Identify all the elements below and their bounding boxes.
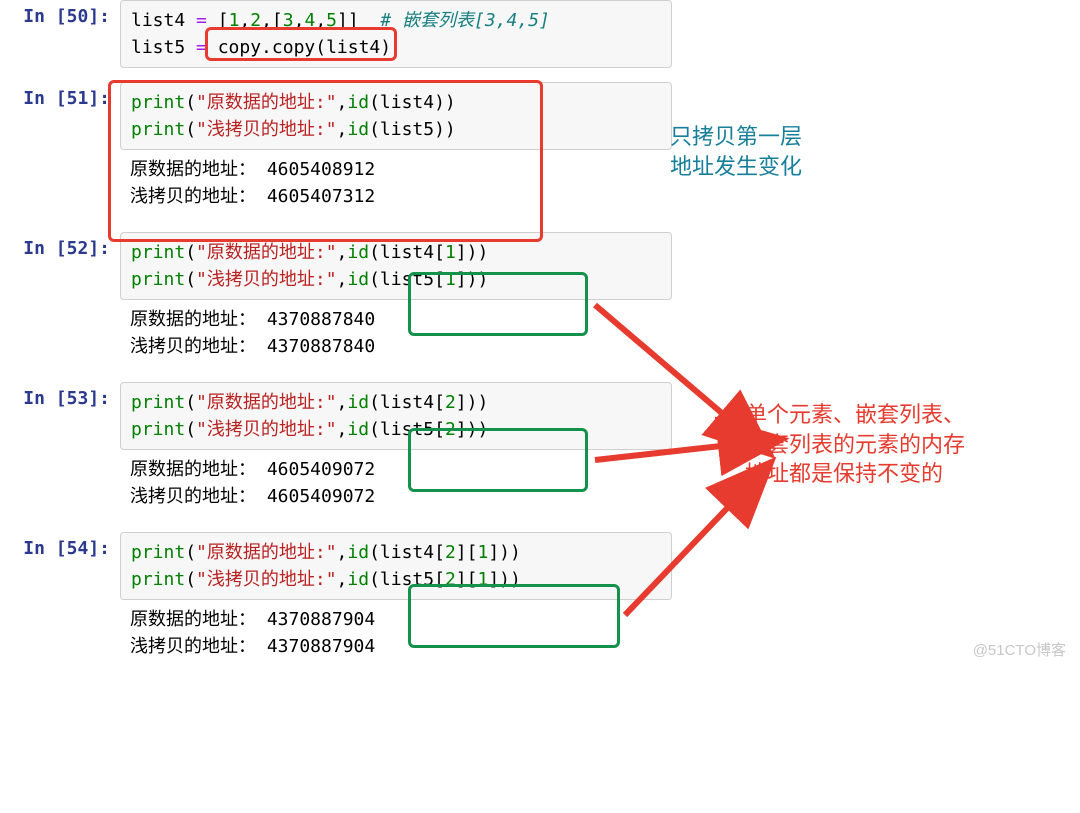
cell-51: In [51]: print("原数据的地址:",id(list4)) prin… — [0, 82, 1080, 150]
cell-52: In [52]: print("原数据的地址:",id(list4[1])) p… — [0, 232, 1080, 300]
prompt-52: In [52]: — [0, 232, 120, 259]
cell-50: In [50]: list4 = [1,2,[3,4,5]] # 嵌套列表[3,… — [0, 0, 1080, 68]
output-51: 原数据的地址： 4605408912 浅拷贝的地址： 4605407312 — [0, 152, 1080, 218]
output-52: 原数据的地址： 4370887840 浅拷贝的地址： 4370887840 — [0, 302, 1080, 368]
cell-53: In [53]: print("原数据的地址:",id(list4[2])) p… — [0, 382, 1080, 450]
prompt-54: In [54]: — [0, 532, 120, 559]
code-54[interactable]: print("原数据的地址:",id(list4[2][1])) print("… — [120, 532, 672, 600]
code-51[interactable]: print("原数据的地址:",id(list4)) print("浅拷贝的地址… — [120, 82, 672, 150]
output-53: 原数据的地址： 4605409072 浅拷贝的地址： 4605409072 — [0, 452, 1080, 518]
cell-54: In [54]: print("原数据的地址:",id(list4[2][1])… — [0, 532, 1080, 600]
output-54-text: 原数据的地址： 4370887904 浅拷贝的地址： 4370887904 — [120, 602, 670, 668]
code-52[interactable]: print("原数据的地址:",id(list4[1])) print("浅拷贝… — [120, 232, 672, 300]
watermark: @51CTO博客 — [973, 639, 1066, 660]
output-54: 原数据的地址： 4370887904 浅拷贝的地址： 4370887904 — [0, 602, 1080, 668]
output-51-text: 原数据的地址： 4605408912 浅拷贝的地址： 4605407312 — [120, 152, 670, 218]
output-53-text: 原数据的地址： 4605409072 浅拷贝的地址： 4605409072 — [120, 452, 670, 518]
prompt-50: In [50]: — [0, 0, 120, 27]
prompt-53: In [53]: — [0, 382, 120, 409]
prompt-51: In [51]: — [0, 82, 120, 109]
code-53[interactable]: print("原数据的地址:",id(list4[2])) print("浅拷贝… — [120, 382, 672, 450]
code-50[interactable]: list4 = [1,2,[3,4,5]] # 嵌套列表[3,4,5] list… — [120, 0, 672, 68]
output-52-text: 原数据的地址： 4370887840 浅拷贝的地址： 4370887840 — [120, 302, 670, 368]
